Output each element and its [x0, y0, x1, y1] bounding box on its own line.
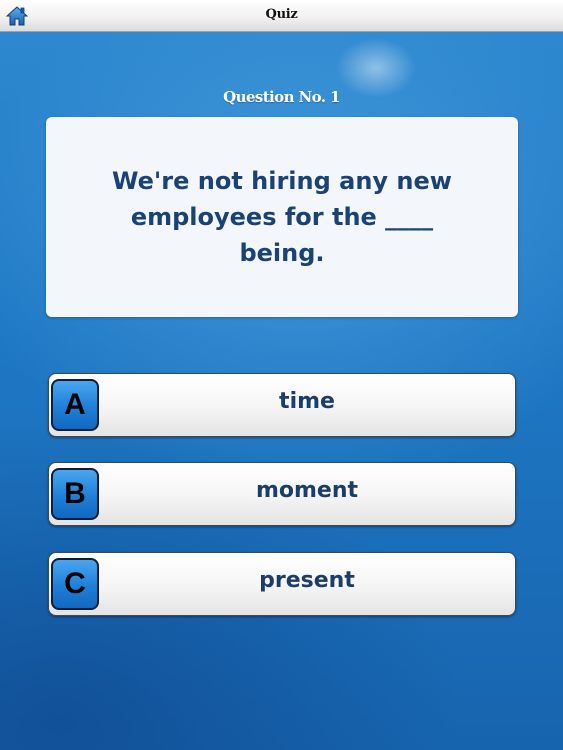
question-text: We're not hiring any new employees for t…	[112, 167, 452, 267]
answer-option-b[interactable]: B moment	[48, 462, 516, 526]
letter-badge-a: A	[51, 379, 99, 431]
answer-label-c: present	[259, 568, 355, 593]
top-bar: Quiz	[0, 0, 563, 32]
question-number: Question No. 1	[223, 88, 340, 106]
answer-label-b: moment	[255, 478, 359, 503]
answer-option-a[interactable]: A time	[48, 373, 516, 437]
letter-badge-b: B	[51, 468, 99, 520]
answer-label-a: time	[279, 389, 335, 414]
page-title: Quiz	[265, 7, 298, 22]
question-card: We're not hiring any new employees for t…	[46, 117, 518, 317]
letter-badge-c: C	[51, 558, 99, 610]
answer-option-c[interactable]: C present	[48, 552, 516, 616]
